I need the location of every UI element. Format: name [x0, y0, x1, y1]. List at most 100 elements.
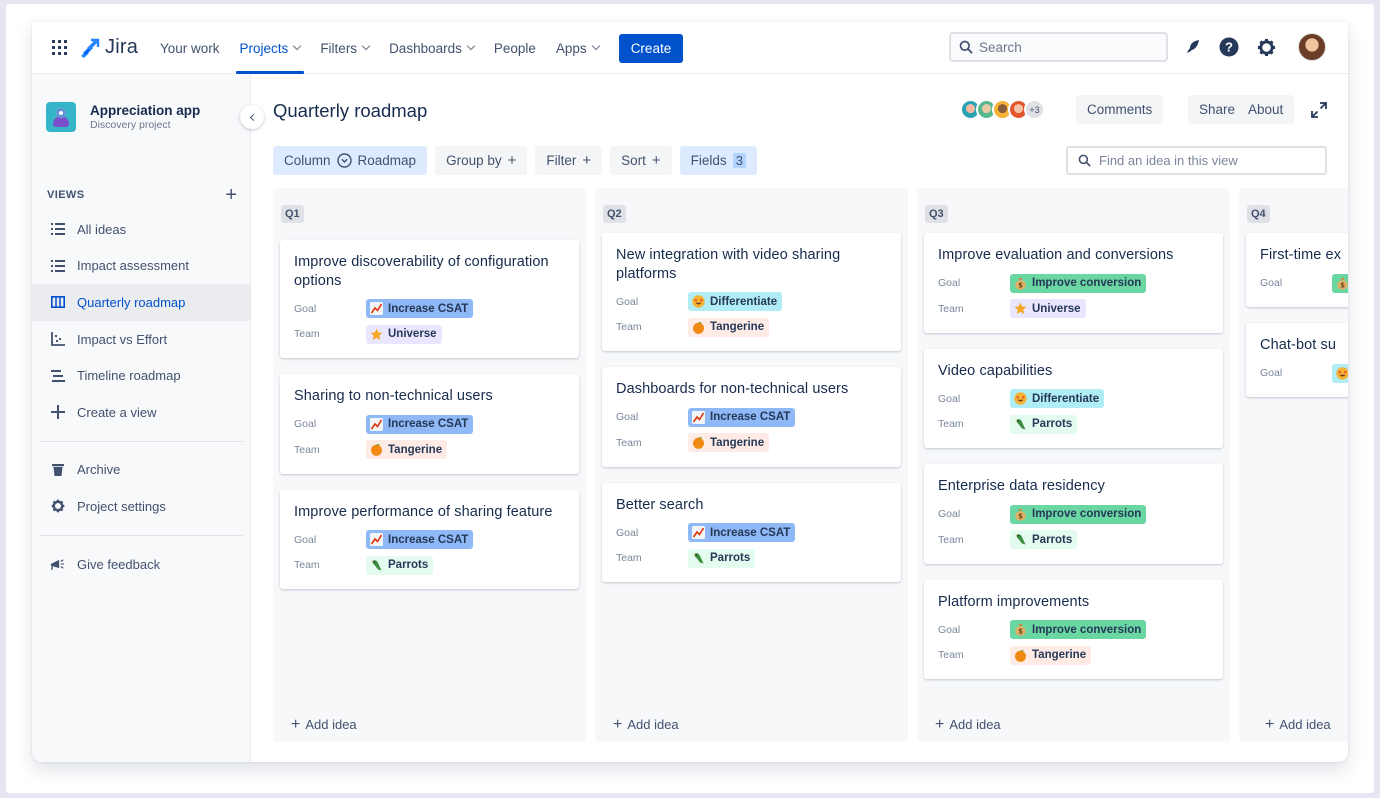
project-header[interactable]: Appreciation app Discovery project — [46, 102, 200, 132]
sidebar-item-quarterly-roadmap[interactable]: Quarterly roadmap — [32, 284, 251, 321]
goal-field: Goal Differentiate — [938, 386, 1209, 412]
idea-card[interactable]: New integration with video sharing platf… — [602, 233, 901, 351]
add-idea-label: Add idea — [949, 717, 1001, 732]
goal-tag[interactable]: Differentiate — [688, 292, 783, 312]
add-idea-button[interactable]: + Add idea — [935, 717, 1001, 733]
help-icon[interactable]: ? — [1219, 37, 1239, 57]
collaborators-avatars[interactable]: +3 — [960, 99, 1045, 120]
find-idea-search[interactable] — [1066, 146, 1327, 175]
goal-tag[interactable] — [1332, 363, 1348, 383]
idea-card[interactable]: Sharing to non-technical users Goal Incr… — [280, 374, 579, 474]
sidebar-item-give-feedback[interactable]: Give feedback — [32, 546, 251, 583]
fields-button[interactable]: Fields 3 — [679, 146, 757, 175]
plus-icon: + — [507, 152, 517, 169]
goal-tag[interactable]: $ Improve conversion — [1010, 273, 1147, 293]
find-idea-input[interactable] — [1099, 153, 1299, 168]
field-label: Goal — [294, 418, 317, 431]
primary-nav: Your work Projects Filters Dashboards Pe… — [150, 22, 684, 74]
notifications-icon[interactable] — [1183, 37, 1203, 57]
nav-projects[interactable]: Projects — [230, 22, 311, 74]
sidebar-item-archive[interactable]: Archive — [32, 452, 251, 489]
sort-button[interactable]: Sort + — [610, 146, 672, 175]
sidebar-item-create-view[interactable]: Create a view — [32, 394, 251, 431]
idea-card[interactable]: Improve evaluation and conversions Goal … — [924, 233, 1223, 333]
filter-button[interactable]: Filter + — [535, 146, 603, 175]
team-tag[interactable]: Universe — [1010, 299, 1086, 319]
team-field: Team Parrots — [938, 412, 1209, 438]
sidebar-item-timeline-roadmap[interactable]: Timeline roadmap — [32, 357, 251, 394]
card-list: Improve discoverability of configuration… — [280, 240, 579, 605]
add-idea-button[interactable]: + Add idea — [613, 717, 679, 733]
views-section-header: VIEWS + — [47, 185, 237, 205]
add-idea-button[interactable]: + Add idea — [291, 717, 357, 733]
goal-tag[interactable]: Increase CSAT — [366, 414, 474, 434]
team-tag[interactable]: Parrots — [366, 555, 434, 575]
sidebar-item-all-ideas[interactable]: All ideas — [32, 211, 251, 248]
goal-value: Increase CSAT — [710, 526, 791, 539]
team-tag[interactable]: Tangerine — [1010, 645, 1092, 665]
jira-logo[interactable]: Jira — [78, 36, 138, 59]
idea-card[interactable]: First-time ex Goal $ — [1246, 233, 1348, 307]
goal-tag[interactable]: Differentiate — [1010, 389, 1105, 409]
goal-tag[interactable]: Increase CSAT — [366, 530, 474, 550]
idea-card[interactable]: Chat-bot su Goal — [1246, 323, 1348, 397]
sidebar-item-label: Create a view — [77, 404, 157, 420]
idea-card[interactable]: Dashboards for non-technical users Goal … — [602, 367, 901, 467]
plus-icon: + — [651, 152, 661, 169]
sidebar-item-impact-vs-effort[interactable]: Impact vs Effort — [32, 321, 251, 358]
add-idea-button[interactable]: + Add idea — [1265, 716, 1331, 733]
nav-dashboards[interactable]: Dashboards — [379, 22, 484, 74]
goal-tag[interactable]: Increase CSAT — [688, 523, 796, 543]
about-button[interactable]: About — [1237, 95, 1295, 124]
team-tag[interactable]: Tangerine — [366, 440, 448, 460]
create-button[interactable]: Create — [618, 33, 684, 63]
top-navigation: Jira Your work Projects Filters Dashboar… — [32, 22, 1348, 74]
team-tag[interactable]: Parrots — [688, 548, 756, 568]
team-tag[interactable]: Universe — [366, 324, 442, 344]
nav-people[interactable]: People — [484, 22, 546, 74]
chart-increasing-icon — [370, 302, 383, 316]
settings-icon[interactable] — [1256, 37, 1276, 57]
chevron-down-icon — [361, 41, 371, 51]
goal-tag[interactable]: Increase CSAT — [366, 299, 474, 319]
sidebar-item-project-settings[interactable]: Project settings — [32, 488, 251, 525]
goal-tag[interactable]: Increase CSAT — [688, 407, 796, 427]
idea-card[interactable]: Video capabilities Goal Differentiate Te… — [924, 348, 1223, 448]
nav-apps[interactable]: Apps — [546, 22, 609, 74]
plus-icon: + — [1265, 716, 1275, 733]
comments-button[interactable]: Comments — [1076, 95, 1164, 124]
field-label: Goal — [1260, 277, 1283, 290]
idea-title: Sharing to non-technical users — [294, 388, 493, 404]
add-view-button[interactable]: + — [225, 185, 237, 205]
group-by-button[interactable]: Group by + — [435, 146, 528, 175]
idea-card[interactable]: Improve performance of sharing feature G… — [280, 489, 579, 589]
nav-filters[interactable]: Filters — [310, 22, 379, 74]
collapse-sidebar-button[interactable] — [240, 105, 264, 129]
chevron-down-icon — [591, 41, 600, 51]
global-search-input[interactable] — [979, 39, 1149, 55]
team-tag[interactable]: Tangerine — [688, 317, 770, 337]
app-switcher-icon[interactable] — [52, 40, 67, 55]
idea-card[interactable]: Enterprise data residency Goal $ Improve… — [924, 464, 1223, 564]
field-label: Team — [294, 559, 320, 572]
profile-avatar[interactable] — [1298, 33, 1326, 61]
field-label: Goal — [616, 295, 639, 308]
field-label: Team — [294, 443, 320, 456]
team-tag[interactable]: Parrots — [1010, 414, 1078, 434]
field-label: Team — [294, 328, 320, 341]
goal-tag[interactable]: $ — [1332, 273, 1348, 293]
nav-your-work[interactable]: Your work — [150, 22, 230, 74]
sidebar-item-impact-assessment[interactable]: Impact assessment — [32, 248, 251, 285]
global-search[interactable] — [949, 32, 1168, 62]
idea-card[interactable]: Platform improvements Goal $ Improve con… — [924, 579, 1223, 679]
team-tag[interactable]: Tangerine — [688, 433, 770, 453]
idea-card[interactable]: Better search Goal Increase CSAT Team Pa… — [602, 482, 901, 582]
goal-tag[interactable]: $ Improve conversion — [1010, 504, 1147, 524]
column-field-selector[interactable]: Column Roadmap — [273, 146, 428, 175]
idea-card[interactable]: Improve discoverability of configuration… — [280, 240, 579, 358]
project-avatar-icon — [46, 102, 76, 132]
goal-tag[interactable]: $ Improve conversion — [1010, 620, 1147, 640]
team-tag[interactable]: Parrots — [1010, 530, 1078, 550]
nav-label: Filters — [320, 40, 358, 56]
fullscreen-expand-icon[interactable] — [1310, 101, 1328, 119]
